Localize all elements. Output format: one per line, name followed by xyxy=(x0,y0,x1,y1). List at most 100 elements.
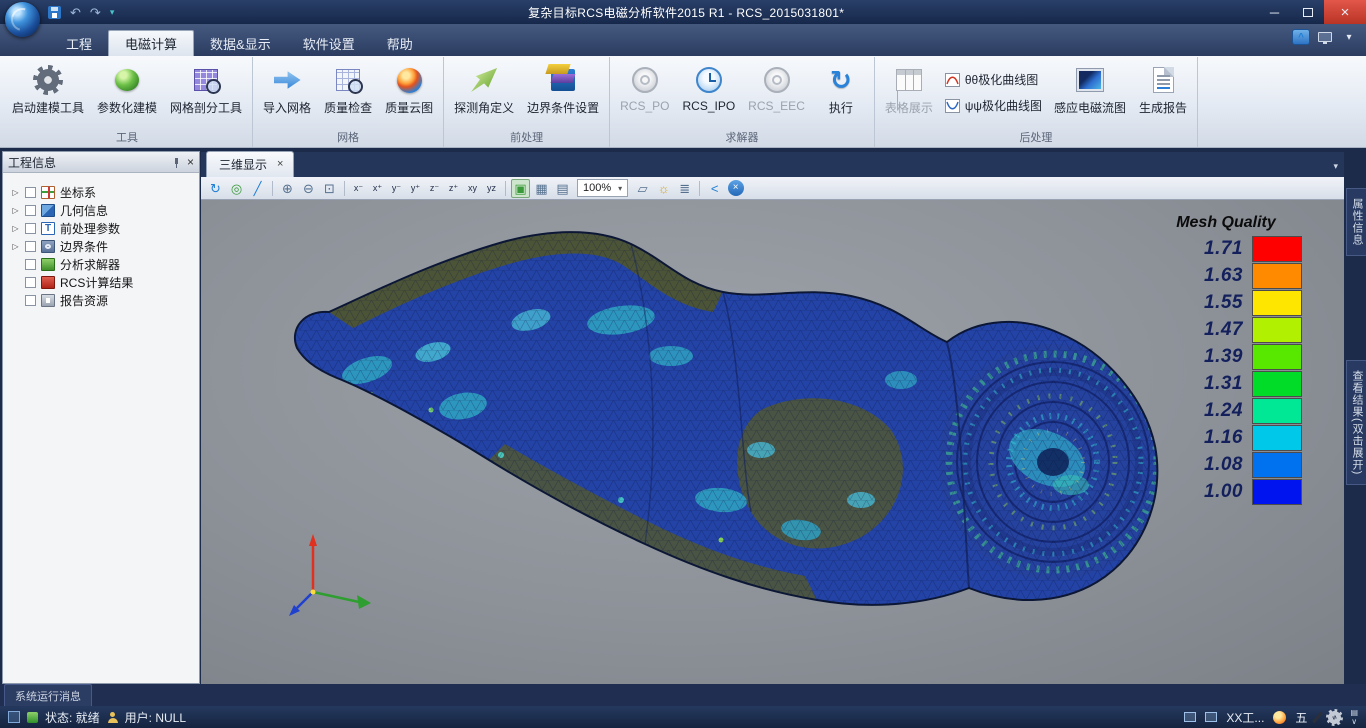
psi-polarization-curve-button[interactable]: ψψ极化曲线图 xyxy=(941,95,1046,116)
refresh-view-icon[interactable]: ↻ xyxy=(206,179,225,198)
expander-icon[interactable]: ▷ xyxy=(11,224,20,233)
tree-item-preprocess-params[interactable]: ▷ T 前处理参数 xyxy=(3,219,199,237)
axis-view-x-plus[interactable]: x⁺ xyxy=(369,179,386,198)
axis-view-y-minus[interactable]: y⁻ xyxy=(388,179,405,198)
chevron-mini-icon[interactable]: ∨ xyxy=(1351,718,1357,726)
tree-item-boundary-conditions[interactable]: ▷ 边界条件 xyxy=(3,237,199,255)
checkbox[interactable] xyxy=(25,277,36,288)
tab-em-computation[interactable]: 电磁计算 xyxy=(108,30,194,56)
mesh-partition-tool-button[interactable]: 网格剖分工具 xyxy=(165,61,247,118)
table-display-button[interactable]: 表格展示 xyxy=(880,61,938,118)
tab-help[interactable]: 帮助 xyxy=(371,30,429,56)
tab-3d-display[interactable]: 三维显示 × xyxy=(206,151,294,177)
legend-title: Mesh Quality xyxy=(1150,214,1302,232)
undo-icon[interactable]: ↶ xyxy=(70,6,81,19)
rcs-ipo-button[interactable]: RCS_IPO xyxy=(677,61,740,115)
share-icon[interactable]: < xyxy=(705,179,724,198)
tab-close-icon[interactable]: × xyxy=(277,159,283,170)
probe-angle-button[interactable]: 探测角定义 xyxy=(449,61,519,118)
redo-icon[interactable]: ↷ xyxy=(90,6,101,19)
tray-mini-icons[interactable]: ▤ ∨ xyxy=(1350,709,1358,726)
checkbox[interactable] xyxy=(25,259,36,270)
zoom-window-icon[interactable]: ⊡ xyxy=(320,179,339,198)
stop-icon[interactable]: × xyxy=(726,179,745,198)
wireframe-mode-icon[interactable]: ▦ xyxy=(532,179,551,198)
tree-item-analysis-solver[interactable]: 分析求解器 xyxy=(3,255,199,273)
tree-item-rcs-results[interactable]: RCS计算结果 xyxy=(3,273,199,291)
execute-refresh-icon: ↻ xyxy=(830,67,852,93)
tree-item-report-resources[interactable]: 报告资源 xyxy=(3,291,199,309)
zoom-out-icon[interactable]: ⊖ xyxy=(299,179,318,198)
close-button[interactable]: × xyxy=(1324,0,1366,24)
user-icon xyxy=(107,712,118,723)
axis-view-z-minus[interactable]: z⁻ xyxy=(426,179,443,198)
tab-software-settings[interactable]: 软件设置 xyxy=(287,30,371,56)
collapse-ribbon-icon[interactable]: ^ xyxy=(1292,29,1310,45)
launch-modeling-tool-button[interactable]: 启动建模工具 xyxy=(7,61,89,118)
system-messages-tab[interactable]: 系统运行消息 xyxy=(4,684,92,706)
pin-icon[interactable] xyxy=(172,158,181,167)
theta-polarization-curve-button[interactable]: θθ极化曲线图 xyxy=(941,69,1046,90)
axis-view-xy[interactable]: xy xyxy=(464,179,481,198)
tab-overflow-icon[interactable]: ▾ xyxy=(1333,161,1338,172)
viewport-3d[interactable]: Mesh Quality 1.71 1.63 1.55 1.47 1.39 1.… xyxy=(201,200,1344,684)
grid-mode-icon[interactable]: ▤ xyxy=(553,179,572,198)
tree-item-geometry-info[interactable]: ▷ 几何信息 xyxy=(3,201,199,219)
display-settings-icon[interactable] xyxy=(1316,29,1334,45)
ime-indicator[interactable]: 五 xyxy=(1295,709,1307,726)
app-logo-icon[interactable] xyxy=(5,2,40,37)
button-label: 网格剖分工具 xyxy=(170,99,242,116)
dock-tab-view-results[interactable]: 查看结果(双击展开) xyxy=(1346,360,1366,485)
axis-view-y-plus[interactable]: y⁺ xyxy=(407,179,424,198)
legend-value: 1.00 xyxy=(1150,481,1252,503)
tree-item-coordinate-system[interactable]: ▷ 坐标系 xyxy=(3,183,199,201)
viewport-toolbar: ↻ ◎ ╱ ⊕ ⊖ ⊡ x⁻ x⁺ y⁻ y⁺ z⁻ z⁺ xy yz ▣ ▦ … xyxy=(201,177,1344,200)
generate-report-button[interactable]: 生成报告 xyxy=(1134,61,1192,118)
dropdown-icon[interactable]: ▾ xyxy=(1340,29,1358,45)
save-icon[interactable] xyxy=(48,6,61,19)
tab-project[interactable]: 工程 xyxy=(50,30,108,56)
import-mesh-button[interactable]: 导入网格 xyxy=(258,61,316,118)
pen-tray-icon[interactable] xyxy=(1313,711,1324,723)
rcs-eec-button[interactable]: RCS_EEC xyxy=(743,61,810,115)
maximize-button[interactable] xyxy=(1291,0,1324,24)
minimize-button[interactable]: ─ xyxy=(1258,0,1291,24)
system-grid-icon[interactable] xyxy=(8,711,20,723)
zoom-in-icon[interactable]: ⊕ xyxy=(278,179,297,198)
checkbox[interactable] xyxy=(25,187,36,198)
tab-data-display[interactable]: 数据&显示 xyxy=(194,30,287,56)
fit-view-icon[interactable]: ◎ xyxy=(227,179,246,198)
document-tab-strip: 三维显示 × ▾ xyxy=(201,152,1344,177)
gear-tray-icon[interactable] xyxy=(1328,711,1341,724)
sketch-icon[interactable]: ╱ xyxy=(248,179,267,198)
axis-view-z-plus[interactable]: z⁺ xyxy=(445,179,462,198)
expander-icon[interactable]: ▷ xyxy=(11,242,20,251)
weather-tray-icon[interactable] xyxy=(1273,711,1286,724)
execute-button[interactable]: ↻ 执行 xyxy=(813,61,869,118)
legend-value: 1.63 xyxy=(1150,265,1252,287)
parametric-modeling-button[interactable]: 参数化建模 xyxy=(92,61,162,118)
panel-close-icon[interactable]: × xyxy=(187,156,194,168)
expander-icon[interactable]: ▷ xyxy=(11,206,20,215)
axis-view-yz[interactable]: yz xyxy=(483,179,500,198)
boundary-settings-button[interactable]: 边界条件设置 xyxy=(522,61,604,118)
quality-check-button[interactable]: 质量检查 xyxy=(319,61,377,118)
checkbox[interactable] xyxy=(25,205,36,216)
induced-current-map-button[interactable]: 感应电磁流图 xyxy=(1049,61,1131,118)
shaded-mode-icon[interactable]: ▣ xyxy=(511,179,530,198)
dock-tab-properties[interactable]: 属性信息 xyxy=(1346,188,1366,256)
zoom-level-combobox[interactable]: 100% ▾ xyxy=(577,179,628,197)
quality-contour-button[interactable]: 质量云图 xyxy=(380,61,438,118)
expander-icon[interactable]: ▷ xyxy=(11,188,20,197)
axis-view-x-minus[interactable]: x⁻ xyxy=(350,179,367,198)
layers-icon[interactable]: ≣ xyxy=(675,179,694,198)
checkbox[interactable] xyxy=(25,241,36,252)
rcs-po-button[interactable]: RCS_PO xyxy=(615,61,674,115)
window-thumb-icon[interactable] xyxy=(1205,712,1217,722)
list-mini-icon[interactable]: ▤ xyxy=(1350,709,1358,717)
checkbox[interactable] xyxy=(25,223,36,234)
perspective-icon[interactable]: ▱ xyxy=(633,179,652,198)
window-thumb-icon[interactable] xyxy=(1184,712,1196,722)
lighting-icon[interactable]: ☼ xyxy=(654,179,673,198)
checkbox[interactable] xyxy=(25,295,36,306)
